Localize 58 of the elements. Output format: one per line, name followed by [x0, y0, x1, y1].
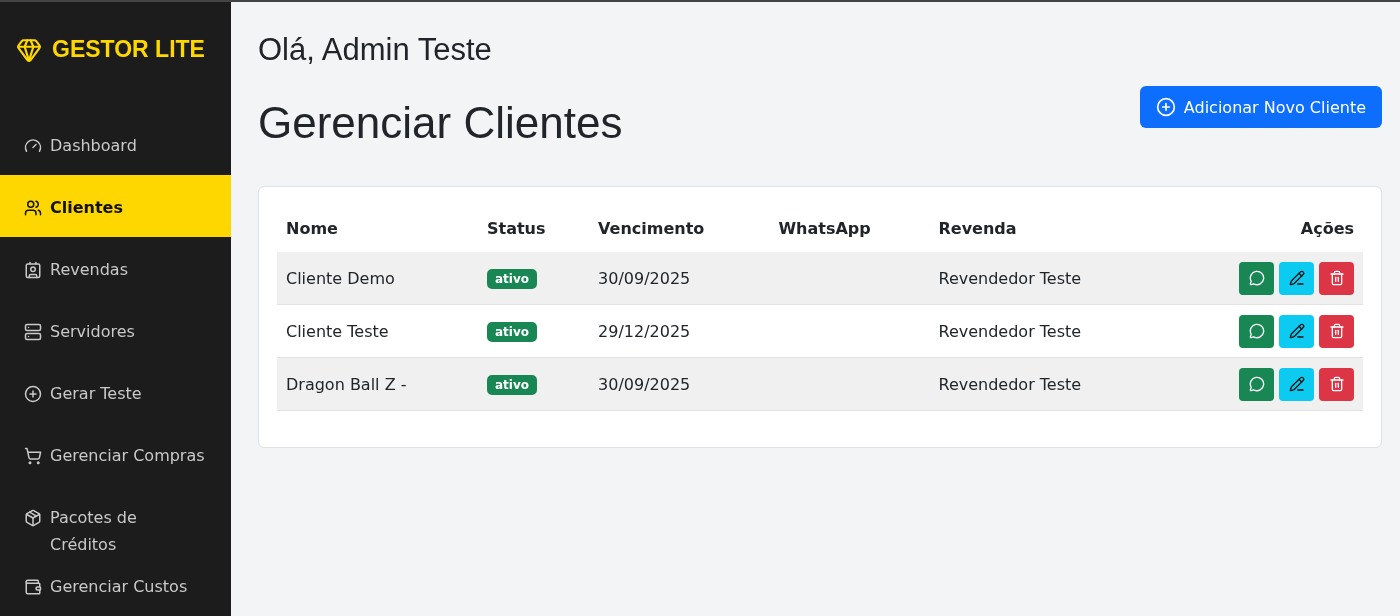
edit-icon [1288, 270, 1305, 286]
sidebar-item[interactable]: Pacotes de Créditos [0, 485, 231, 554]
sidebar-item[interactable]: Gerenciar Custos [0, 554, 231, 616]
delete-button[interactable] [1319, 314, 1354, 348]
edit-button[interactable] [1279, 367, 1314, 401]
sidebar-item[interactable]: Dashboard [0, 113, 231, 175]
edit-button[interactable] [1279, 261, 1314, 295]
brand-name: GESTOR LITE [52, 36, 205, 63]
column-header: Nome [277, 205, 478, 252]
table-cell: Cliente Teste [277, 304, 478, 358]
server-icon [24, 323, 42, 341]
delete-button[interactable] [1319, 261, 1354, 295]
table-cell: Cliente Demo [277, 252, 478, 305]
box-icon [24, 509, 42, 527]
edit-button[interactable] [1279, 314, 1314, 348]
chat-bubble-icon [1248, 376, 1265, 392]
sidebar-item[interactable]: Servidores [0, 299, 231, 361]
table-cell: Revendedor Teste [929, 304, 1163, 358]
plus-circle-icon [24, 385, 42, 403]
status-badge: ativo [486, 321, 537, 342]
whatsapp-button[interactable] [1239, 367, 1274, 401]
table-cell: 30/09/2025 [589, 357, 770, 411]
whatsapp-button[interactable] [1239, 261, 1274, 295]
trash-icon [1328, 270, 1345, 286]
table-cell: Dragon Ball Z - [277, 357, 478, 411]
column-header: Status [477, 205, 590, 252]
id-badge-icon [24, 261, 42, 279]
delete-button[interactable] [1319, 367, 1354, 401]
column-header: Vencimento [589, 205, 770, 252]
status-badge: ativo [486, 268, 537, 289]
gauge-icon [24, 137, 42, 155]
column-header: Ações [1162, 205, 1363, 252]
sidebar-item[interactable]: Clientes [0, 175, 231, 237]
table-cell: Revendedor Teste [929, 252, 1163, 305]
table-cell: Revendedor Teste [929, 357, 1163, 411]
column-header: WhatsApp [769, 205, 930, 252]
chat-bubble-icon [1248, 323, 1265, 339]
sidebar-item[interactable]: Revendas [0, 237, 231, 299]
plus-circle-icon [1155, 97, 1176, 117]
status-badge: ativo [486, 374, 537, 395]
cart-icon [24, 447, 42, 465]
table-cell: 29/12/2025 [589, 304, 770, 358]
column-header: Revenda [929, 205, 1163, 252]
chat-bubble-icon [1248, 270, 1265, 286]
add-client-button[interactable]: Adicionar Novo Cliente [1139, 86, 1382, 128]
trash-icon [1328, 323, 1345, 339]
diamond-icon [16, 36, 42, 63]
page-title: Gerenciar Clientes [258, 98, 623, 148]
greeting: Olá, Admin Teste [258, 32, 493, 68]
sidebar-item[interactable]: Gerar Teste [0, 361, 231, 423]
whatsapp-button[interactable] [1239, 314, 1274, 348]
trash-icon [1328, 376, 1345, 392]
table-cell: 30/09/2025 [589, 252, 770, 305]
users-icon [24, 199, 42, 217]
sidebar-item[interactable]: Gerenciar Compras [0, 423, 231, 485]
edit-icon [1288, 376, 1305, 392]
wallet-icon [24, 578, 42, 596]
edit-icon [1288, 323, 1305, 339]
